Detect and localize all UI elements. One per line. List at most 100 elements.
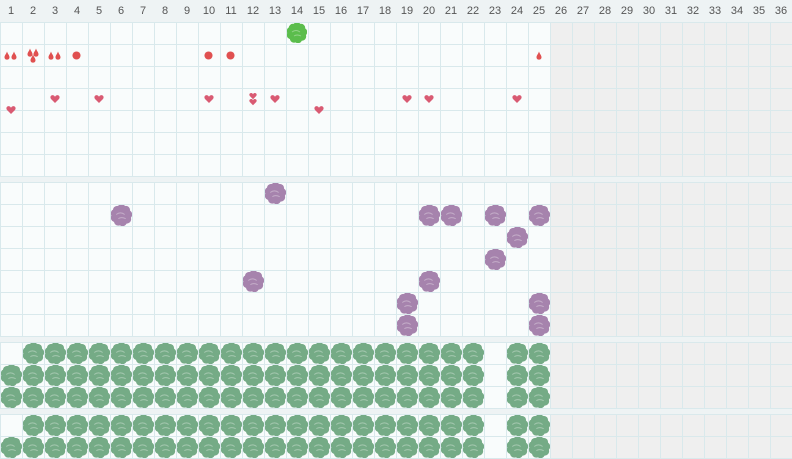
green-flower-icon — [287, 343, 308, 364]
green-flower-icon — [221, 415, 242, 436]
column-number-12: 12 — [246, 5, 260, 17]
green-flower-icon — [45, 387, 66, 408]
drop-icon — [48, 51, 54, 60]
green-flower-icon — [199, 365, 220, 386]
column-number-14: 14 — [290, 5, 304, 17]
heart-icon — [512, 95, 522, 103]
green-flower-icon — [331, 437, 352, 458]
green-flower-icon — [287, 387, 308, 408]
green-flower-icon — [331, 365, 352, 386]
column-number-15: 15 — [312, 5, 326, 17]
green-flower-icon — [155, 343, 176, 364]
purple-flower-icon — [419, 205, 440, 226]
column-number-6: 6 — [117, 5, 125, 17]
heart-icon — [249, 98, 257, 106]
green-flower-icon — [309, 387, 330, 408]
green-flower-icon — [419, 415, 440, 436]
green-flower-icon — [529, 365, 550, 386]
green-flower-icon — [155, 415, 176, 436]
green-flower-icon — [375, 437, 396, 458]
drop-icon — [11, 51, 17, 60]
green-flower-icon — [89, 387, 110, 408]
green-flower-icon — [111, 437, 132, 458]
column-number-header: 1 2 3 4 5 6 7 8 9 10 11 12 13 14 15 16 17 18 19 20 21 22 23 24 2… — [0, 0, 792, 22]
green-flower-icon — [155, 387, 176, 408]
green-flower-icon — [463, 415, 484, 436]
heart-icon — [94, 95, 104, 103]
green-flower-icon — [111, 343, 132, 364]
purple-flower-icon — [529, 293, 550, 314]
column-number-18: 18 — [378, 5, 392, 17]
column-number-17: 17 — [356, 5, 370, 17]
green-flower-icon — [45, 437, 66, 458]
green-flower-icon — [287, 415, 308, 436]
green-flower-icon — [133, 437, 154, 458]
green-flower-icon — [419, 437, 440, 458]
green-flower-icon — [199, 415, 220, 436]
green-flower-icon — [287, 365, 308, 386]
green-flower-icon — [375, 365, 396, 386]
drop-icon — [55, 51, 61, 60]
green-flower-icon — [441, 437, 462, 458]
drop-icon — [4, 51, 10, 60]
green-flower-icon — [1, 437, 22, 458]
column-number-19: 19 — [400, 5, 414, 17]
purple-flower-icon — [265, 183, 286, 204]
calendar-grid-app: 1 2 3 4 5 6 7 8 9 10 11 12 13 14 15 16 17 18 19 20 21 22 23 24 2… — [0, 0, 792, 459]
column-number-28: 28 — [598, 5, 612, 17]
green-flower-icon — [397, 365, 418, 386]
column-number-36: 36 — [774, 5, 788, 17]
green-flower-icon — [67, 415, 88, 436]
green-flower-icon — [507, 343, 528, 364]
heart-icon — [6, 106, 16, 114]
green-flower-icon — [133, 343, 154, 364]
green-flower-icon — [243, 365, 264, 386]
green-flower-icon — [67, 437, 88, 458]
green-flower-icon — [221, 387, 242, 408]
purple-flower-icon — [529, 205, 550, 226]
green-flower-icon — [397, 415, 418, 436]
purple-flower-icon — [485, 205, 506, 226]
green-flower-icon — [23, 415, 44, 436]
green-flower-icon — [133, 387, 154, 408]
green-flower-icon — [1, 387, 22, 408]
purple-flower-icon — [419, 271, 440, 292]
green-flower-icon — [397, 387, 418, 408]
green-flower-icon — [111, 387, 132, 408]
green-flower-icon — [375, 415, 396, 436]
green-flower-icon — [507, 387, 528, 408]
green-flower-icon — [463, 365, 484, 386]
green-flower-icon — [331, 387, 352, 408]
column-number-16: 16 — [334, 5, 348, 17]
column-number-31: 31 — [664, 5, 678, 17]
green-flower-icon — [111, 365, 132, 386]
column-number-27: 27 — [576, 5, 590, 17]
green-flower-icon — [353, 343, 374, 364]
heart-icon — [424, 95, 434, 103]
green-flower-icon — [331, 343, 352, 364]
drop-icon — [536, 51, 542, 60]
purple-flower-icon — [485, 249, 506, 270]
column-number-24: 24 — [510, 5, 524, 17]
green-flower-icon — [177, 415, 198, 436]
green-flower-icon — [529, 387, 550, 408]
green-flower-icon — [23, 365, 44, 386]
green-flower-icon — [441, 387, 462, 408]
green-flower-icon — [419, 343, 440, 364]
green-flower-icon — [67, 387, 88, 408]
purple-flower-icon — [441, 205, 462, 226]
green-flower-icon — [155, 365, 176, 386]
green-flower-icon — [111, 415, 132, 436]
green-flower-icon — [45, 415, 66, 436]
column-number-13: 13 — [268, 5, 282, 17]
green-flower-icon — [199, 437, 220, 458]
column-number-20: 20 — [422, 5, 436, 17]
column-number-32: 32 — [686, 5, 700, 17]
green-flower-icon — [507, 415, 528, 436]
green-flower-icon — [507, 437, 528, 458]
green-flower-icon — [463, 343, 484, 364]
purple-flower-icon — [111, 205, 132, 226]
column-number-25: 25 — [532, 5, 546, 17]
green-flower-icon — [309, 365, 330, 386]
green-flower-icon — [441, 343, 462, 364]
